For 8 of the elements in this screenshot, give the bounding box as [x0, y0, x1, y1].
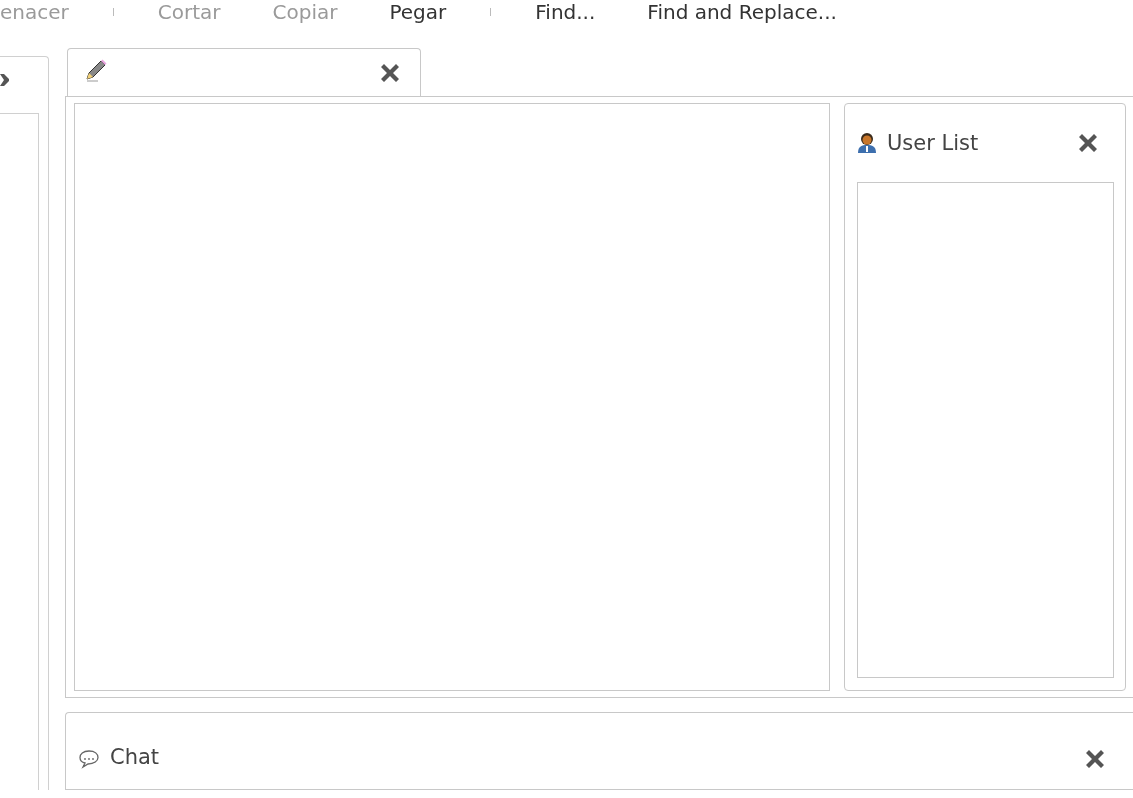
- panel-title: Chat: [110, 744, 160, 769]
- toolbar-button[interactable]: Find and Replace...: [647, 0, 837, 24]
- speech-bubble-icon: [78, 748, 100, 769]
- toolbar-button[interactable]: Pegar: [389, 0, 447, 24]
- pencil-icon: [84, 59, 108, 83]
- user-icon: [857, 132, 877, 155]
- toolbar-button[interactable]: Find...: [535, 0, 596, 24]
- panel-title: User List: [887, 131, 979, 156]
